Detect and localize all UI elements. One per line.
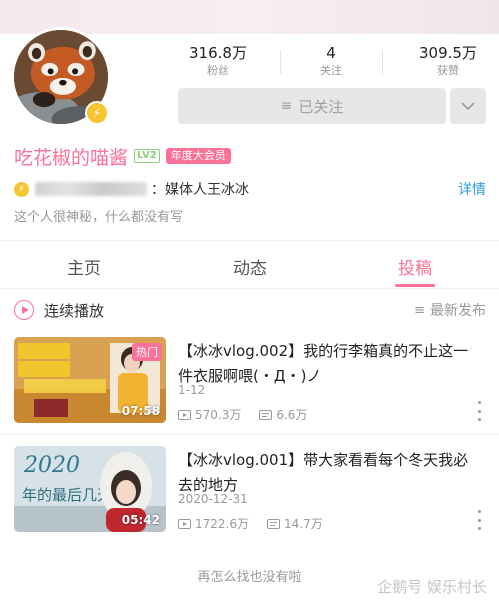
watermark: 企鹅号 娱乐村长	[377, 578, 487, 596]
divider	[0, 288, 499, 289]
sort-label: 最新发布	[430, 303, 486, 319]
video-item[interactable]: 热门 07:58 【冰冰vlog.002】我的行李箱真的不止这一件衣服啊喂(・Д…	[14, 337, 486, 423]
view-count-value: 570.3万	[195, 408, 242, 422]
details-link[interactable]: 详情	[458, 179, 486, 199]
stat-following[interactable]: 4 关注	[291, 44, 371, 78]
video-title[interactable]: 【冰冰vlog.001】带大家看看每个冬天我必去的地方	[178, 448, 478, 498]
profile-page: ⚡ 316.8万 粉丝 4 关注 309.5万 获赞 ≡ 已关注 吃花椒的喵酱 …	[0, 0, 499, 606]
svg-text:年的最后几天: 年的最后几天	[22, 486, 112, 504]
more-vertical-icon[interactable]	[478, 510, 484, 530]
stat-divider	[280, 50, 281, 74]
more-vertical-icon[interactable]	[478, 401, 484, 421]
certification-lightning-icon: ⚡	[14, 181, 29, 197]
profile-bio: 这个人很神秘，什么都没有写	[14, 210, 184, 225]
tab-dynamics[interactable]: 动态	[190, 254, 310, 279]
playlist-controls: 连续播放 ≡ 最新发布	[14, 297, 486, 323]
view-count: 570.3万	[178, 406, 241, 423]
username: 吃花椒的喵酱	[14, 146, 129, 169]
video-meta: 1722.6万 14.7万	[178, 515, 341, 532]
video-duration: 05:42	[121, 513, 160, 527]
stat-value: 4	[326, 44, 336, 62]
tab-home[interactable]: 主页	[24, 254, 144, 279]
danmaku-icon	[267, 518, 280, 529]
video-item[interactable]: 2020 年的最后几天 05:42 【冰冰vlog.001】带大家看看每个冬天我…	[14, 446, 486, 532]
view-count: 1722.6万	[178, 515, 249, 532]
play-circle-icon[interactable]	[14, 300, 34, 320]
certification-row: ⚡ ：媒体人王冰冰 详情	[14, 179, 486, 199]
stat-value: 309.5万	[419, 44, 477, 62]
play-count-icon	[178, 409, 191, 420]
video-thumbnail[interactable]: 2020 年的最后几天 05:42	[14, 446, 166, 532]
svg-text:2020: 2020	[23, 453, 80, 478]
tab-uploads[interactable]: 投稿	[355, 254, 475, 279]
level-badge: LV2	[134, 149, 160, 163]
hot-badge: 热门	[132, 343, 162, 361]
sort-lines-icon: ≡	[414, 302, 425, 318]
danmaku-count: 6.6万	[259, 406, 307, 423]
video-duration: 07:58	[121, 404, 160, 418]
play-count-icon	[178, 518, 191, 529]
menu-lines-icon: ≡	[280, 98, 293, 114]
danmaku-count: 14.7万	[267, 515, 323, 532]
danmaku-icon	[259, 409, 273, 420]
danmaku-count-value: 6.6万	[276, 408, 308, 422]
video-date: 1-12	[178, 383, 206, 397]
stat-likes[interactable]: 309.5万 获赞	[408, 44, 488, 78]
stat-label: 粉丝	[207, 64, 229, 77]
stat-value: 316.8万	[189, 44, 247, 62]
profile-stats: 316.8万 粉丝 4 关注 309.5万 获赞	[178, 44, 488, 84]
video-meta: 570.3万 6.6万	[178, 406, 325, 423]
stat-label: 关注	[320, 64, 342, 77]
active-tab-indicator	[395, 284, 435, 287]
followed-button-label: 已关注	[298, 97, 344, 116]
video-thumbnail[interactable]: 热门 07:58	[14, 337, 166, 423]
stat-followers[interactable]: 316.8万 粉丝	[178, 44, 258, 78]
vip-badge[interactable]: 年度大会员	[165, 148, 231, 164]
sort-newest-button[interactable]: ≡ 最新发布	[414, 300, 486, 320]
followed-button[interactable]: ≡ 已关注	[178, 88, 446, 124]
stat-divider	[382, 50, 383, 74]
verified-lightning-icon: ⚡	[85, 101, 109, 125]
continuous-play-button[interactable]: 连续播放	[44, 300, 104, 321]
profile-name-row: 吃花椒的喵酱 LV2 年度大会员	[14, 143, 231, 169]
certification-text: ：媒体人王冰冰	[151, 182, 249, 198]
divider	[0, 434, 499, 435]
divider	[0, 240, 499, 241]
stat-label: 获赞	[437, 64, 459, 77]
danmaku-count-value: 14.7万	[284, 517, 323, 531]
more-options-button[interactable]	[450, 88, 486, 124]
video-title[interactable]: 【冰冰vlog.002】我的行李箱真的不止这一件衣服啊喂(・Д・)ノ	[178, 339, 478, 389]
blurred-certification-text	[35, 182, 147, 196]
view-count-value: 1722.6万	[195, 517, 249, 531]
profile-tabs: 主页 动态 投稿	[0, 244, 499, 288]
video-date: 2020-12-31	[178, 492, 248, 506]
chevron-down-icon	[461, 101, 475, 110]
